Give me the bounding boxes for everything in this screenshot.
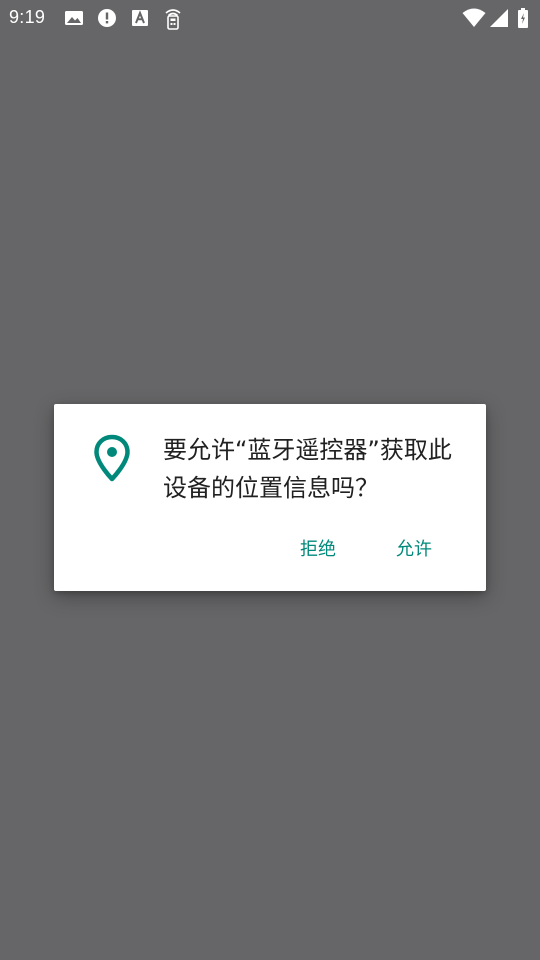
wifi-icon (462, 8, 486, 28)
signal-icon (489, 8, 509, 28)
image-icon (64, 8, 84, 28)
dialog-actions: 拒绝 允许 (54, 532, 486, 568)
allow-button[interactable]: 允许 (388, 532, 440, 568)
permission-dialog: 要允许“蓝牙遥控器”获取此设备的位置信息吗？ 拒绝 允许 (54, 404, 486, 591)
dialog-message: 要允许“蓝牙遥控器”获取此设备的位置信息吗？ (163, 436, 452, 502)
deny-button[interactable]: 拒绝 (292, 532, 344, 568)
alert-icon (97, 8, 117, 28)
status-bar: 9:19 (0, 0, 540, 36)
location-pin-icon (92, 434, 132, 482)
remote-control-icon (163, 8, 183, 30)
status-time: 9:19 (9, 7, 46, 27)
font-a-icon (130, 8, 150, 28)
battery-icon (517, 8, 529, 28)
